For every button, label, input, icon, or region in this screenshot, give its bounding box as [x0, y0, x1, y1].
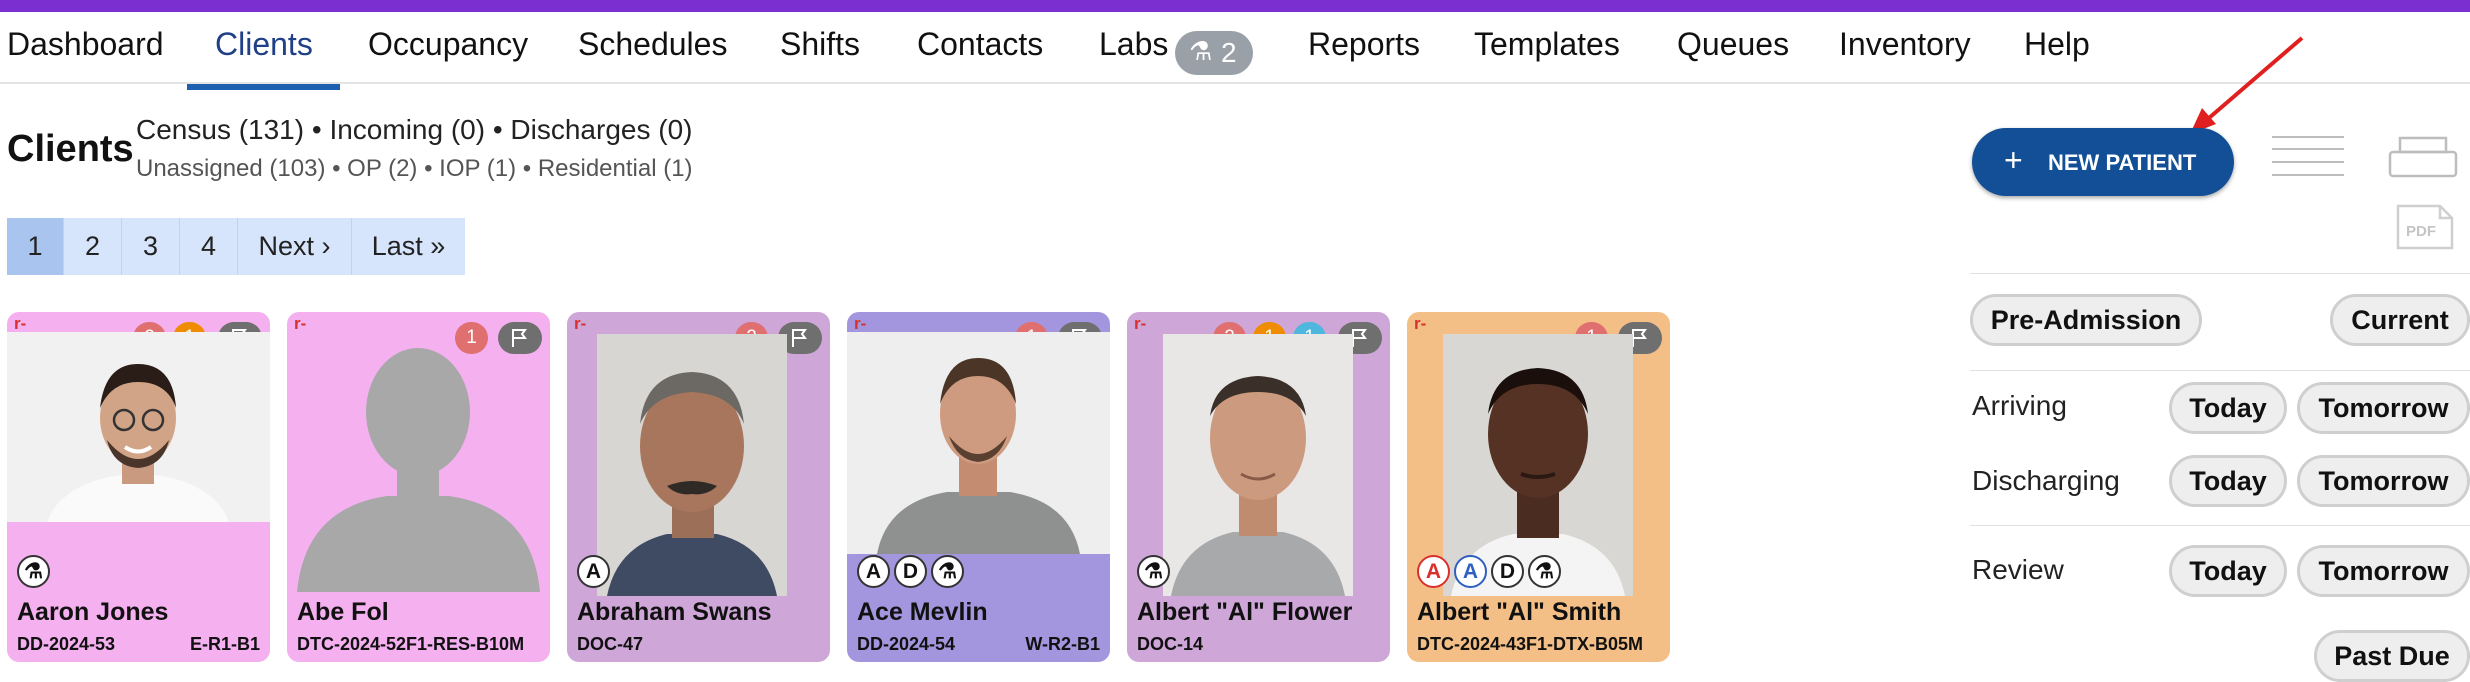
client-card[interactable]: r- 2 1 1 ⚗ Albert "Al" Flower DOC-14	[1127, 312, 1390, 662]
main-nav: Dashboard Clients Occupancy Schedules Sh…	[0, 12, 2470, 90]
client-photo	[597, 334, 787, 596]
client-room: E-R1-B1	[189, 634, 260, 654]
client-photo	[1163, 334, 1353, 596]
discharging-today-button[interactable]: Today	[2169, 455, 2287, 507]
pre-admission-button[interactable]: Pre-Admission	[1970, 294, 2202, 346]
client-name: Abraham Swans	[577, 598, 772, 626]
discharging-label: Discharging	[1972, 465, 2120, 496]
list-view-icon[interactable]	[2272, 135, 2344, 177]
nav-labs[interactable]: Labs	[1099, 26, 1168, 63]
active-tab-indicator	[187, 84, 340, 90]
client-id: DTC-2024-43F1-DTX-B05M	[1417, 634, 1644, 654]
discharging-tomorrow-button[interactable]: Tomorrow	[2297, 455, 2470, 507]
top-accent-bar	[0, 0, 2470, 12]
client-id: DOC-14	[1137, 634, 1204, 654]
page-2-button[interactable]: 2	[64, 218, 122, 275]
card-tag: r-	[1414, 314, 1427, 333]
a-indicator-icon[interactable]: A	[857, 555, 890, 588]
client-name: Albert "Al" Flower	[1137, 598, 1353, 626]
card-tag: r-	[574, 314, 587, 333]
nav-schedules[interactable]: Schedules	[578, 26, 727, 63]
page-4-button[interactable]: 4	[180, 218, 238, 275]
client-card[interactable]: r- 2 A Abraham Swans DOC-47	[567, 312, 830, 662]
a-indicator-icon[interactable]: A	[1454, 555, 1487, 588]
client-id: DTC-2024-52F1-RES-B10M	[297, 634, 525, 654]
client-card[interactable]: r- 1 Abe Fol DTC-2024-52F1-RES-B10M	[287, 312, 550, 662]
nav-templates[interactable]: Templates	[1474, 26, 1620, 63]
nav-occupancy[interactable]: Occupancy	[368, 26, 528, 63]
review-tomorrow-button[interactable]: Tomorrow	[2297, 545, 2470, 597]
card-tag: r-	[14, 314, 27, 333]
census-summary[interactable]: Census (131) • Incoming (0) • Discharges…	[136, 114, 692, 146]
pdf-icon[interactable]: PDF	[2396, 204, 2454, 250]
lab-icon[interactable]: ⚗	[17, 555, 50, 588]
arriving-label: Arriving	[1972, 390, 2067, 421]
nav-inventory[interactable]: Inventory	[1839, 26, 1971, 63]
nav-help[interactable]: Help	[2024, 26, 2090, 63]
d-indicator-icon[interactable]: D	[1491, 555, 1524, 588]
a-indicator-icon[interactable]: A	[577, 555, 610, 588]
flask-icon: ⚗	[1189, 36, 1213, 66]
client-id: DD-2024-54	[857, 634, 956, 654]
review-today-button[interactable]: Today	[2169, 545, 2287, 597]
arriving-tomorrow-button[interactable]: Tomorrow	[2297, 382, 2470, 434]
client-photo	[7, 332, 270, 522]
placeholder-avatar	[287, 332, 550, 592]
nav-contacts[interactable]: Contacts	[917, 26, 1043, 63]
lab-icon[interactable]: ⚗	[1137, 555, 1170, 588]
divider	[1970, 370, 2470, 371]
client-id: DD-2024-53	[17, 634, 116, 654]
labs-count-badge: ⚗ 2	[1175, 31, 1253, 75]
client-room: W-R2-B1	[1025, 634, 1100, 654]
page-title: Clients	[7, 128, 134, 170]
nav-reports[interactable]: Reports	[1308, 26, 1420, 63]
program-summary[interactable]: Unassigned (103) • OP (2) • IOP (1) • Re…	[136, 155, 693, 183]
card-tag: r-	[294, 314, 307, 333]
past-due-button[interactable]: Past Due	[2314, 630, 2470, 682]
print-icon[interactable]	[2388, 136, 2458, 180]
client-card[interactable]: r- 1 A D ⚗ Ace Mevlin DD-2024-54 W-R2-B1	[847, 312, 1110, 662]
card-tag: r-	[854, 314, 867, 333]
nav-queues[interactable]: Queues	[1677, 26, 1789, 63]
nav-dashboard[interactable]: Dashboard	[7, 26, 164, 63]
client-card[interactable]: r- 1 A A D ⚗ Albert "Al" Smith DTC-2024-…	[1407, 312, 1670, 662]
divider	[1970, 525, 2470, 526]
divider	[1970, 273, 2470, 274]
last-page-button[interactable]: Last »	[352, 218, 465, 275]
client-name: Albert "Al" Smith	[1417, 598, 1622, 626]
page-1-button[interactable]: 1	[7, 218, 64, 275]
page-3-button[interactable]: 3	[122, 218, 180, 275]
review-label: Review	[1972, 554, 2064, 585]
current-button[interactable]: Current	[2330, 294, 2470, 346]
plus-icon: +	[2004, 142, 2023, 178]
client-name: Ace Mevlin	[857, 598, 988, 626]
client-name: Abe Fol	[297, 598, 389, 626]
pagination: 1 2 3 4 Next › Last »	[7, 218, 465, 275]
new-patient-button[interactable]: + NEW PATIENT	[1972, 128, 2234, 196]
next-page-button[interactable]: Next ›	[238, 218, 352, 275]
a-indicator-icon[interactable]: A	[1417, 555, 1450, 588]
lab-icon[interactable]: ⚗	[1528, 555, 1561, 588]
nav-shifts[interactable]: Shifts	[780, 26, 860, 63]
nav-clients[interactable]: Clients	[215, 26, 313, 63]
card-tag: r-	[1134, 314, 1147, 333]
client-id: DOC-47	[577, 634, 644, 654]
client-photo	[847, 332, 1110, 554]
arriving-today-button[interactable]: Today	[2169, 382, 2287, 434]
client-name: Aaron Jones	[17, 598, 169, 626]
client-card[interactable]: r- 2 1 ⚗ Aaron Jones DD-2024-53 E-R1-B1	[7, 312, 270, 662]
lab-icon[interactable]: ⚗	[931, 555, 964, 588]
annotation-arrow	[2190, 36, 2304, 134]
d-indicator-icon[interactable]: D	[894, 555, 927, 588]
